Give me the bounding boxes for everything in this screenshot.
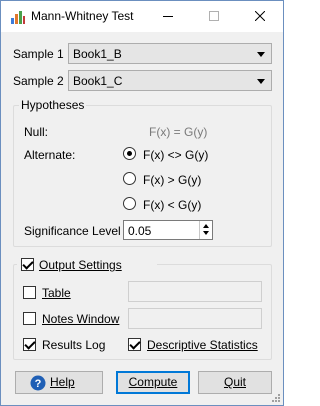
results-log-label[interactable]: Results Log — [42, 338, 105, 352]
sample2-value: Book1_C — [73, 74, 123, 88]
close-icon — [255, 11, 265, 21]
compute-button[interactable]: Compute — [116, 371, 190, 394]
table-checkbox[interactable] — [23, 286, 36, 299]
title-bar[interactable]: Mann-Whitney Test — [1, 1, 283, 32]
alternate-label: Alternate: — [24, 148, 76, 162]
chevron-down-icon — [257, 52, 265, 57]
app-icon — [11, 11, 25, 24]
null-value: F(x) = G(y) — [149, 125, 208, 139]
dialog-window: Mann-Whitney Test Sample 1 Book1_B Sampl… — [0, 0, 284, 406]
table-name-input — [128, 281, 262, 302]
sample1-label: Sample 1 — [13, 47, 64, 61]
sample1-select[interactable]: Book1_B — [68, 43, 272, 64]
notes-window-label[interactable]: Notes Window — [42, 312, 119, 326]
significance-value: 0.05 — [128, 224, 152, 238]
descriptive-statistics-checkbox[interactable] — [128, 338, 141, 351]
alternate-radio-neq[interactable] — [123, 147, 136, 160]
alternate-option-lt[interactable]: F(x) < G(y) — [143, 198, 201, 212]
help-icon: ? — [30, 375, 46, 391]
sample2-select[interactable]: Book1_C — [68, 70, 272, 91]
maximize-button[interactable] — [191, 1, 237, 32]
results-log-checkbox[interactable] — [23, 338, 36, 351]
output-settings-title[interactable]: Output Settings — [39, 258, 122, 272]
output-settings-checkbox[interactable] — [21, 258, 34, 271]
quit-label: Quit — [223, 375, 246, 389]
notes-window-input — [128, 308, 262, 329]
window-title: Mann-Whitney Test — [31, 9, 134, 23]
svg-text:?: ? — [35, 378, 42, 390]
alternate-option-neq[interactable]: F(x) <> G(y) — [143, 148, 208, 162]
spin-down-icon[interactable] — [203, 231, 209, 235]
sample2-label: Sample 2 — [13, 74, 64, 88]
help-button[interactable]: ? Help — [15, 371, 103, 394]
descriptive-statistics-label[interactable]: Descriptive Statistics — [147, 338, 258, 352]
hypotheses-title: Hypotheses — [19, 98, 87, 112]
table-label[interactable]: Table — [42, 286, 71, 300]
alternate-option-gt[interactable]: F(x) > G(y) — [143, 173, 201, 187]
notes-window-checkbox[interactable] — [23, 312, 36, 325]
help-label: Help — [50, 375, 75, 389]
chevron-down-icon — [257, 79, 265, 84]
alternate-radio-gt[interactable] — [123, 172, 136, 185]
significance-label: Significance Level — [24, 224, 121, 238]
spin-up-icon[interactable] — [203, 224, 209, 228]
quit-button[interactable]: Quit — [198, 371, 272, 394]
sample1-value: Book1_B — [73, 47, 122, 61]
significance-spinner[interactable] — [199, 221, 212, 239]
alternate-radio-lt[interactable] — [123, 197, 136, 210]
compute-label: Compute — [128, 375, 178, 389]
close-button[interactable] — [237, 1, 283, 32]
significance-input[interactable]: 0.05 — [123, 220, 213, 240]
null-label: Null: — [24, 125, 49, 139]
resize-grip-icon[interactable] — [271, 393, 281, 403]
minimize-button[interactable] — [145, 1, 191, 32]
